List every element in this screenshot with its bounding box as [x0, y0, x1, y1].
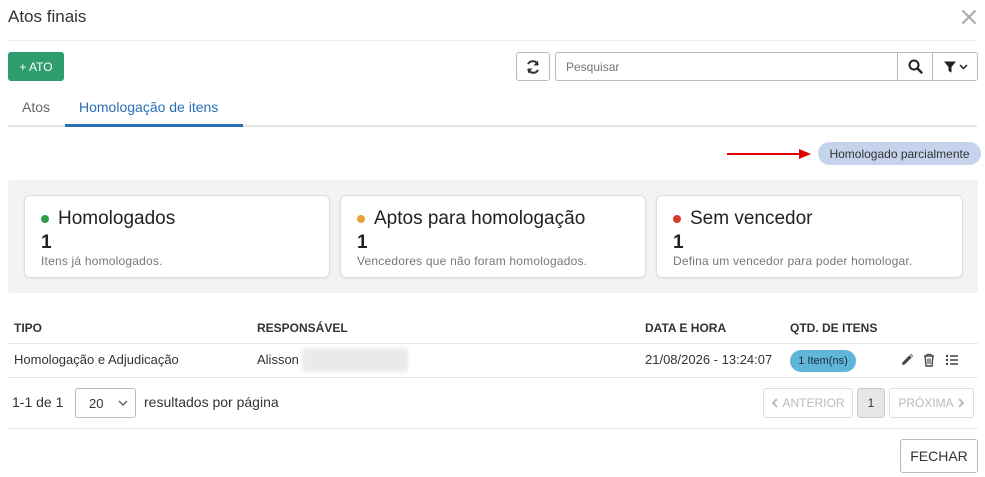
page-number-button[interactable]: 1	[857, 388, 885, 418]
column-header-qtd-itens: QTD. DE ITENS	[790, 321, 878, 335]
qty-badge: 1 Item(ns)	[790, 350, 856, 372]
add-ato-button[interactable]: + ATO	[8, 52, 64, 81]
trash-icon[interactable]	[922, 353, 936, 367]
card-count: 1	[673, 232, 684, 253]
active-tab-indicator	[65, 124, 243, 127]
pagination-divider	[8, 428, 978, 429]
filter-dropdown-button[interactable]	[932, 52, 978, 81]
search-icon	[908, 59, 923, 74]
card-count: 1	[357, 232, 368, 253]
next-page-label: PRÓXIMA	[898, 396, 954, 410]
chevron-left-icon	[772, 398, 779, 408]
column-header-tipo: TIPO	[14, 321, 43, 335]
card-title: Aptos para homologação	[374, 208, 586, 229]
card-description: Defina um vencedor para poder homologar.	[673, 254, 913, 268]
table-row-divider	[8, 377, 978, 378]
refresh-button[interactable]	[516, 52, 550, 81]
cell-responsavel: Alisson	[257, 352, 299, 367]
dialog-title: Atos finais	[8, 7, 87, 26]
card-title: Sem vencedor	[690, 208, 813, 229]
per-page-value: 20	[89, 395, 104, 411]
per-page-select[interactable]: 20	[75, 388, 136, 418]
status-dot-icon	[673, 215, 681, 223]
per-page-label: resultados por página	[144, 394, 279, 410]
stat-card-aptos: Aptos para homologação 1 Vencedores que …	[340, 195, 646, 278]
status-dot-icon	[41, 215, 49, 223]
refresh-icon	[527, 59, 539, 74]
pagination-range: 1-1 de 1	[12, 394, 64, 410]
next-page-button[interactable]: PRÓXIMA	[889, 388, 974, 418]
redacted-text	[302, 348, 408, 372]
close-button[interactable]: FECHAR	[900, 439, 978, 473]
edit-icon[interactable]	[900, 353, 914, 367]
chevron-right-icon	[957, 398, 965, 408]
card-count: 1	[41, 232, 52, 253]
stat-card-sem-vencedor: Sem vencedor 1 Defina um vencedor para p…	[656, 195, 963, 278]
tab-atos[interactable]: Atos	[22, 99, 50, 115]
header-divider	[8, 40, 977, 41]
table-header-divider	[8, 343, 978, 344]
list-icon[interactable]	[945, 353, 959, 367]
card-description: Vencedores que não foram homologados.	[357, 254, 588, 268]
status-dot-icon	[357, 215, 365, 223]
previous-page-button[interactable]: ANTERIOR	[763, 388, 853, 418]
search-input[interactable]	[555, 52, 898, 81]
close-icon[interactable]	[960, 8, 978, 26]
previous-page-label: ANTERIOR	[782, 396, 845, 410]
search-button[interactable]	[897, 52, 933, 81]
tab-homologacao-de-itens[interactable]: Homologação de itens	[79, 99, 218, 115]
status-badge: Homologado parcialmente	[818, 142, 981, 165]
card-title: Homologados	[58, 208, 176, 229]
card-description: Itens já homologados.	[41, 254, 163, 268]
cell-data-hora: 21/08/2026 - 13:24:07	[645, 352, 773, 367]
chevron-down-icon	[118, 400, 128, 406]
column-header-data-hora: DATA E HORA	[645, 321, 727, 335]
filter-icon	[943, 61, 956, 72]
chevron-down-icon	[958, 64, 968, 70]
arrow-right-icon	[727, 149, 811, 159]
column-header-responsavel: RESPONSÁVEL	[257, 321, 348, 335]
stat-card-homologados: Homologados 1 Itens já homologados.	[24, 195, 330, 278]
cell-tipo: Homologação e Adjudicação	[14, 352, 179, 367]
